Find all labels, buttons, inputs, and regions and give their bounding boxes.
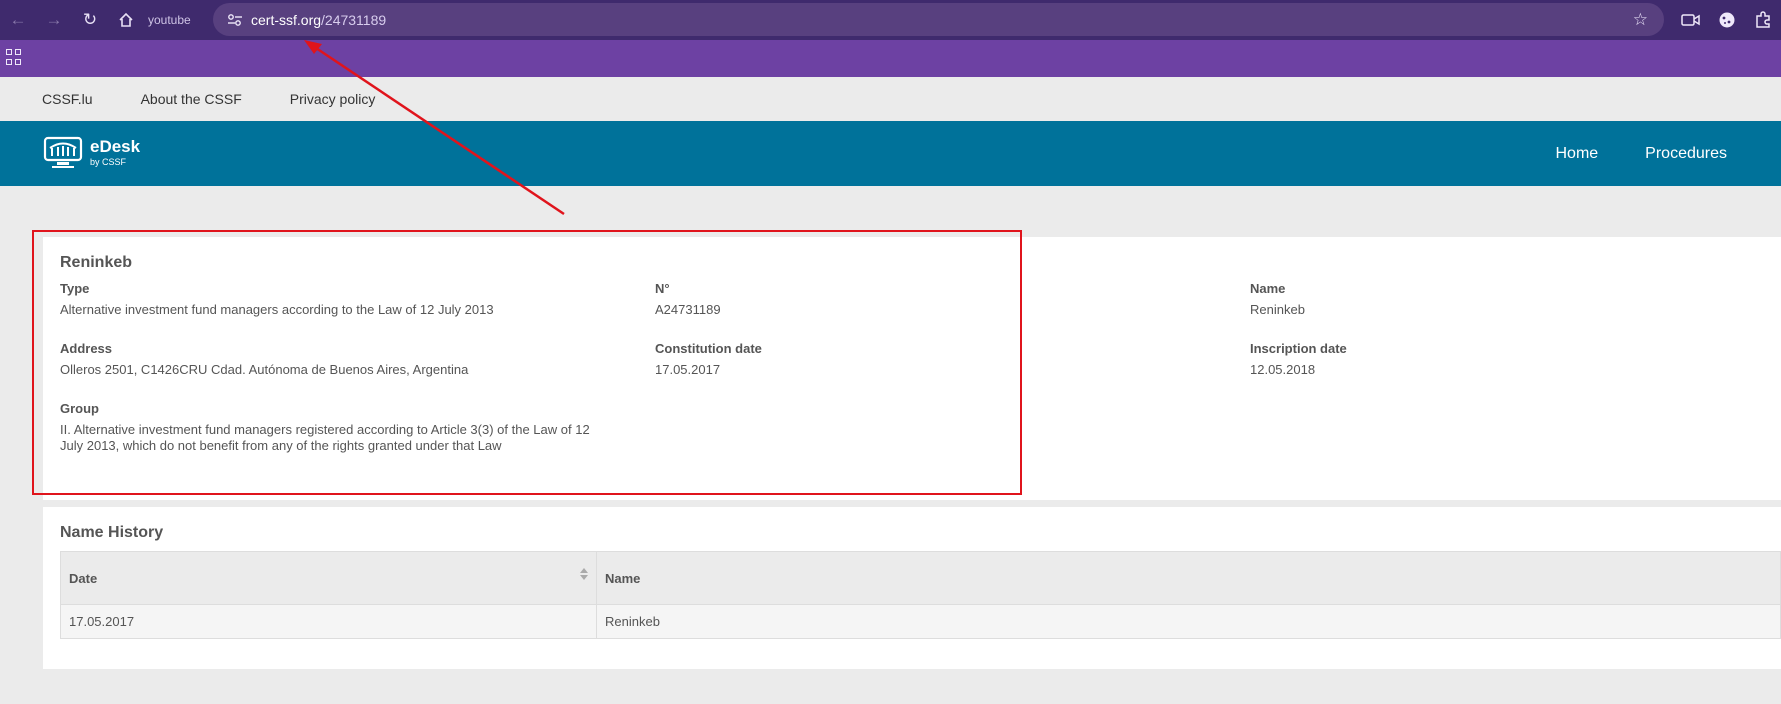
camera-icon[interactable] (1673, 13, 1709, 27)
name-history-table: Date Name 17.05.2017 Reninkeb (60, 551, 1781, 639)
home-icon[interactable] (108, 0, 144, 40)
logo-subtitle: by CSSF (90, 157, 127, 167)
cookie-icon[interactable] (1709, 11, 1745, 29)
field-value: Reninkeb (1250, 302, 1305, 317)
field-name: Name Reninkeb (1250, 281, 1781, 318)
logo-title: eDesk (90, 137, 141, 156)
reload-icon[interactable]: ↻ (72, 0, 108, 40)
edesk-logo[interactable]: eDesk by CSSF (42, 136, 140, 170)
cell-text: Reninkeb (605, 614, 660, 629)
url-text[interactable]: cert-ssf.org/24731189 (251, 12, 386, 28)
nav-home[interactable]: Home (1555, 145, 1598, 163)
field-value: 12.05.2018 (1250, 362, 1316, 377)
link-about-cssf[interactable]: About the CSSF (141, 91, 242, 107)
bookmarks-bar (0, 40, 1781, 77)
forward-icon[interactable]: → (36, 0, 72, 40)
link-privacy-policy[interactable]: Privacy policy (290, 91, 376, 107)
field-label: Inscription date (1250, 341, 1347, 356)
bookmark-star-icon[interactable]: ☆ (1633, 10, 1648, 30)
site-settings-icon[interactable] (219, 13, 251, 27)
link-cssf-lu[interactable]: CSSF.lu (42, 91, 93, 107)
top-links-bar: CSSF.lu About the CSSF Privacy policy (0, 77, 1781, 121)
name-history-card: Name History Date Name 17.05.2017 Renink… (43, 507, 1781, 669)
tab-hint[interactable]: youtube (148, 13, 214, 27)
field-label: Name (1250, 281, 1286, 296)
annotation-highlight-box (32, 230, 1022, 495)
table-cell-name: Reninkeb (597, 605, 1780, 638)
cell-text: 17.05.2017 (69, 614, 135, 629)
table-row: 17.05.2017 Reninkeb (61, 604, 1780, 638)
field-inscription-date: Inscription date 12.05.2018 (1250, 341, 1781, 378)
apps-grid-icon[interactable] (6, 49, 22, 65)
extensions-icon[interactable] (1745, 11, 1781, 29)
nav-procedures[interactable]: Procedures (1645, 145, 1727, 163)
table-header-row: Date Name (61, 552, 1780, 604)
url-host: cert-ssf.org (251, 11, 322, 28)
site-header: eDesk by CSSF Home Procedures (0, 121, 1781, 186)
name-history-title: Name History (60, 524, 164, 541)
sort-icon[interactable] (580, 568, 588, 580)
main-nav: Home Procedures (1508, 121, 1727, 186)
column-header-label: Name (605, 570, 641, 586)
edesk-logo-icon (43, 136, 83, 168)
browser-toolbar: ← → ↻ youtube cert-ssf.org/24731189 ☆ (0, 0, 1781, 40)
url-path: /24731189 (321, 11, 387, 28)
back-icon[interactable]: ← (0, 0, 36, 40)
column-header-label: Date (69, 570, 98, 586)
column-header-name[interactable]: Name (597, 552, 1780, 604)
column-header-date[interactable]: Date (61, 552, 597, 604)
address-bar[interactable]: cert-ssf.org/24731189 ☆ (213, 3, 1664, 36)
table-cell-date: 17.05.2017 (61, 605, 597, 638)
